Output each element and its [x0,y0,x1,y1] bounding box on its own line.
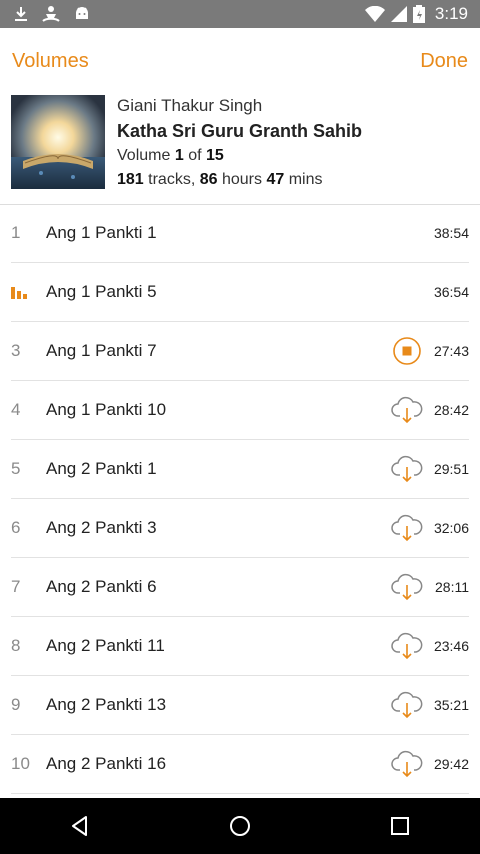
track-row[interactable]: 5 Ang 2 Pankti 1 29:51 [11,440,469,499]
back-icon[interactable] [50,798,110,854]
album-cover [11,95,105,189]
track-duration: 29:51 [433,461,469,477]
track-name: Ang 2 Pankti 13 [46,695,167,714]
track-duration: 23:46 [433,638,469,654]
battery-icon [412,5,425,23]
volume-of: of [188,147,202,164]
mins-label: mins [288,171,323,188]
track-row[interactable]: 3 Ang 1 Pankti 7 27:43 [11,322,469,381]
tracks-count: 181 [117,171,144,188]
track-number: 7 [11,577,21,596]
clock: 3:19 [434,4,468,23]
track-duration: 28:42 [433,402,469,418]
track-number: 6 [11,518,21,537]
track-duration: 38:54 [433,225,469,241]
track-name: Ang 2 Pankti 11 [46,636,165,655]
track-number: 3 [11,341,21,360]
track-row[interactable]: 9 Ang 2 Pankti 13 35:21 [11,676,469,735]
track-duration: 35:21 [433,697,469,713]
track-row[interactable]: 1 Ang 1 Pankti 1 38:54 [11,204,469,263]
track-name: Ang 1 Pankti 5 [46,282,157,301]
volume-info: Volume 1 of 15 [117,147,362,165]
track-duration: 32:06 [433,520,469,536]
stop-download-icon[interactable] [391,336,423,366]
track-number: 10 [11,754,30,773]
track-name: Ang 2 Pankti 16 [46,754,167,773]
track-row[interactable]: 7 Ang 2 Pankti 6 28:11 [11,558,469,617]
track-duration: 36:54 [433,284,469,300]
album-stats: 181 tracks, 86 hours 47 mins [117,171,362,189]
download-icon [14,6,28,22]
track-name: Ang 2 Pankti 6 [46,577,157,596]
track-name: Ang 1 Pankti 1 [46,223,157,242]
mins-value: 47 [266,171,285,188]
track-number: 1 [11,223,21,242]
track-row[interactable]: 6 Ang 2 Pankti 3 32:06 [11,499,469,558]
track-number: 9 [11,695,21,714]
hours-value: 86 [199,171,218,188]
track-list: 1 Ang 1 Pankti 1 38:54 Ang 1 Pankti 5 36… [0,204,480,794]
cloud-download-icon[interactable] [391,690,423,720]
now-playing-icon [11,285,33,299]
status-bar: 3:19 [0,0,480,28]
track-number: 4 [11,400,21,419]
meditation-icon [42,5,60,23]
track-number: 5 [11,459,21,478]
done-button[interactable]: Done [420,50,468,73]
track-row[interactable]: Ang 1 Pankti 5 36:54 [11,263,469,322]
volumes-button[interactable]: Volumes [12,50,89,73]
recents-icon[interactable] [370,798,430,854]
volume-current: 1 [174,147,184,164]
home-icon[interactable] [210,798,270,854]
android-icon [74,6,90,22]
navigation-bar [0,798,480,854]
track-row[interactable]: 4 Ang 1 Pankti 10 28:42 [11,381,469,440]
volume-prefix: Volume [117,147,171,164]
cloud-download-icon[interactable] [391,749,423,779]
track-name: Ang 2 Pankti 1 [46,459,157,478]
tracks-label: tracks, [148,171,196,188]
artist-name: Giani Thakur Singh [117,96,263,115]
wifi-icon [364,6,385,22]
track-duration: 29:42 [433,756,469,772]
track-name: Ang 2 Pankti 3 [46,518,157,537]
track-name: Ang 1 Pankti 10 [46,400,167,419]
cloud-download-icon[interactable] [391,572,423,602]
track-number: 8 [11,636,21,655]
track-name: Ang 1 Pankti 7 [46,341,157,360]
hours-label: hours [221,171,263,188]
track-row[interactable]: 10 Ang 2 Pankti 16 29:42 [11,735,469,794]
track-duration: 27:43 [433,343,469,359]
album-title: Katha Sri Guru Granth Sahib [117,121,363,141]
cloud-download-icon[interactable] [391,513,423,543]
cloud-download-icon[interactable] [391,631,423,661]
volume-total: 15 [205,147,224,164]
signal-icon [390,6,407,22]
track-row[interactable]: 8 Ang 2 Pankti 11 23:46 [11,617,469,676]
album-header: Giani Thakur Singh Katha Sri Guru Granth… [0,90,480,205]
header: Volumes Done [0,28,480,90]
cloud-download-icon[interactable] [391,395,423,425]
track-duration: 28:11 [435,579,469,595]
cloud-download-icon[interactable] [391,454,423,484]
